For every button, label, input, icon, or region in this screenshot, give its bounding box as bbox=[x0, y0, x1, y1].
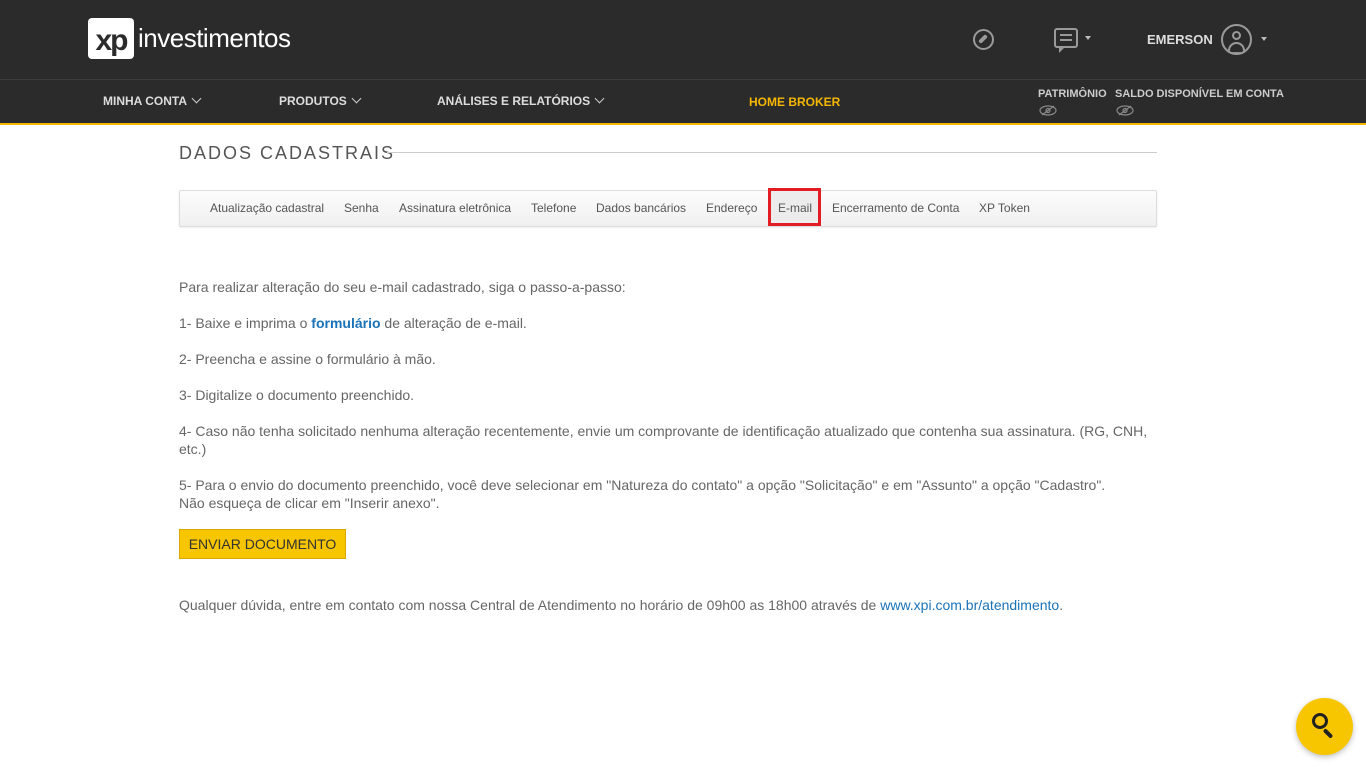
nav-home-broker[interactable]: HOME BROKER bbox=[749, 95, 840, 109]
nav-minha-conta[interactable]: MINHA CONTA bbox=[103, 93, 202, 108]
enviar-documento-button[interactable]: ENVIAR DOCUMENTO bbox=[179, 529, 346, 559]
chat-grid-icon bbox=[1060, 34, 1072, 41]
main-nav: MINHA CONTA PRODUTOS ANÁLISES E RELATÓRI… bbox=[0, 79, 1366, 125]
title-divider bbox=[387, 152, 1157, 153]
chevron-down-icon bbox=[594, 93, 605, 104]
chat-icon[interactable] bbox=[1054, 28, 1078, 53]
xp-logo[interactable]: xp investimentos bbox=[88, 18, 291, 59]
atendimento-link[interactable]: www.xpi.com.br/atendimento bbox=[880, 597, 1059, 613]
tab-endereco[interactable]: Endereço bbox=[706, 201, 757, 215]
nav-produtos[interactable]: PRODUTOS bbox=[279, 93, 362, 108]
tab-dados-bancarios[interactable]: Dados bancários bbox=[596, 201, 686, 215]
user-name[interactable]: EMERSON bbox=[1147, 32, 1213, 47]
top-header: xp investimentos EMERSON bbox=[0, 0, 1366, 79]
tab-atualizacao-cadastral[interactable]: Atualização cadastral bbox=[210, 201, 324, 215]
patrimonio-label: PATRIMÔNIO bbox=[1038, 88, 1107, 100]
tab-xp-token[interactable]: XP Token bbox=[979, 201, 1030, 215]
chat-caret-icon[interactable] bbox=[1085, 36, 1091, 40]
step-1-pre: 1- Baixe e imprima o bbox=[179, 315, 312, 331]
tab-assinatura-eletronica[interactable]: Assinatura eletrônica bbox=[399, 201, 511, 215]
avatar-icon[interactable] bbox=[1221, 24, 1252, 55]
nav-minha-conta-label: MINHA CONTA bbox=[103, 94, 187, 108]
saldo-label: SALDO DISPONÍVEL EM CONTA bbox=[1115, 88, 1284, 100]
formulario-link[interactable]: formulário bbox=[311, 315, 380, 331]
logo-text: investimentos bbox=[138, 23, 291, 53]
logo-mark-text: xp bbox=[95, 24, 128, 57]
chevron-down-icon bbox=[191, 93, 202, 104]
search-icon bbox=[1312, 713, 1328, 729]
page-title: DADOS CADASTRAIS bbox=[179, 143, 396, 163]
user-caret-icon[interactable] bbox=[1261, 37, 1267, 41]
compass-icon[interactable] bbox=[973, 29, 994, 50]
step-5-line-2: Não esqueça de clicar em "Inserir anexo"… bbox=[179, 495, 440, 511]
search-icon-handle bbox=[1322, 728, 1334, 739]
eye-off-icon[interactable] bbox=[1116, 105, 1134, 116]
tab-senha[interactable]: Senha bbox=[344, 201, 379, 215]
eye-off-icon[interactable] bbox=[1039, 105, 1057, 116]
nav-produtos-label: PRODUTOS bbox=[279, 94, 347, 108]
nav-analises-label: ANÁLISES E RELATÓRIOS bbox=[437, 94, 591, 108]
logo-mark: xp bbox=[88, 18, 134, 59]
tab-telefone[interactable]: Telefone bbox=[531, 201, 576, 215]
tab-encerramento-de-conta[interactable]: Encerramento de Conta bbox=[832, 201, 959, 215]
tab-bar: Atualização cadastral Senha Assinatura e… bbox=[179, 188, 1157, 227]
search-fab[interactable] bbox=[1296, 698, 1353, 755]
chevron-down-icon bbox=[351, 93, 362, 104]
tab-email[interactable]: E-mail bbox=[778, 201, 812, 215]
step-2: 2- Preencha e assine o formulário à mão. bbox=[179, 351, 436, 367]
step-3: 3- Digitalize o documento preenchido. bbox=[179, 387, 415, 403]
step-1: 1- Baixe e imprima o formulário de alter… bbox=[179, 314, 1157, 332]
step-5-line-1: 5- Para o envio do documento preenchido,… bbox=[179, 477, 1106, 493]
footer-post: . bbox=[1059, 597, 1064, 613]
intro-text: Para realizar alteração do seu e-mail ca… bbox=[179, 279, 626, 295]
step-4: 4- Caso não tenha solicitado nenhuma alt… bbox=[179, 423, 1148, 457]
footer-pre: Qualquer dúvida, entre em contato com no… bbox=[179, 597, 881, 613]
nav-analises[interactable]: ANÁLISES E RELATÓRIOS bbox=[437, 93, 605, 108]
step-1-post: de alteração de e-mail. bbox=[380, 315, 527, 331]
footer-note: Qualquer dúvida, entre em contato com no… bbox=[179, 596, 1157, 614]
